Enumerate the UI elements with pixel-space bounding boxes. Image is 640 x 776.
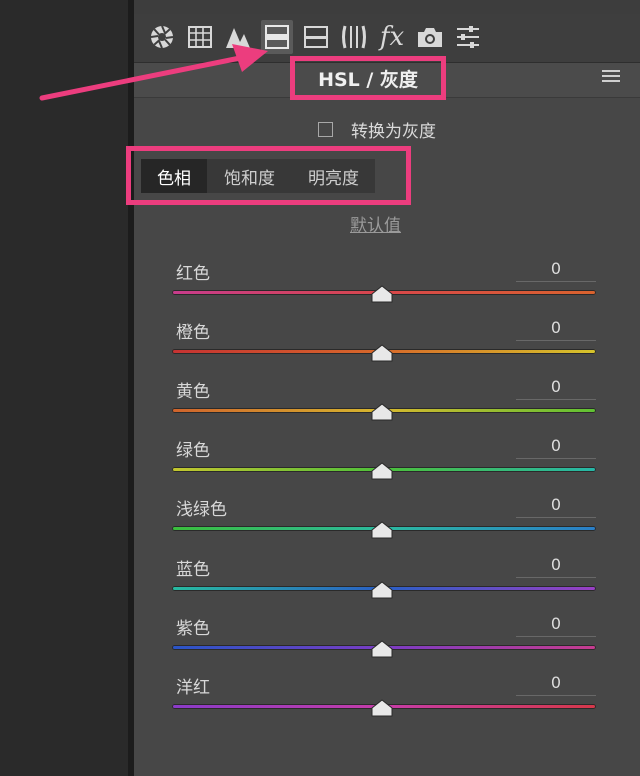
- hue-slider: 浅绿色 0: [172, 495, 596, 551]
- slider-value-field[interactable]: 0: [516, 555, 596, 574]
- tab-saturation[interactable]: 饱和度: [207, 159, 292, 193]
- value-underline: [516, 695, 596, 696]
- convert-grayscale-option[interactable]: 转换为灰度: [318, 117, 436, 142]
- hue-slider: 洋红 0: [172, 673, 596, 729]
- fx-icon[interactable]: fx: [376, 20, 408, 54]
- camera-icon[interactable]: [414, 20, 446, 54]
- hue-slider: 蓝色 0: [172, 555, 596, 611]
- slider-value-field[interactable]: 0: [516, 614, 596, 633]
- slider-value-field[interactable]: 0: [516, 436, 596, 455]
- tab-hue[interactable]: 色相: [141, 159, 207, 193]
- mountains-icon[interactable]: [222, 20, 254, 54]
- default-link[interactable]: 默认值: [350, 211, 401, 236]
- lens-icon[interactable]: [338, 20, 370, 54]
- hsl-tabs: 色相 饱和度 明亮度: [141, 159, 375, 193]
- aperture-icon[interactable]: [146, 20, 178, 54]
- hue-slider: 黄色 0: [172, 377, 596, 433]
- value-underline: [516, 636, 596, 637]
- slider-label: 橙色: [176, 323, 210, 343]
- slider-value-field[interactable]: 0: [516, 495, 596, 514]
- panel-menu-icon[interactable]: [602, 70, 620, 85]
- split-toning-icon[interactable]: [300, 20, 332, 54]
- hue-slider: 绿色 0: [172, 436, 596, 492]
- value-underline: [516, 517, 596, 518]
- slider-value-field[interactable]: 0: [516, 377, 596, 396]
- slider-label: 黄色: [176, 382, 210, 402]
- panel-title: HSL / 灰度: [290, 56, 446, 100]
- slider-label: 紫色: [176, 619, 210, 639]
- hue-slider: 红色 0: [172, 259, 596, 315]
- image-canvas-area: [0, 0, 128, 776]
- slider-label: 蓝色: [176, 560, 210, 580]
- value-underline: [516, 340, 596, 341]
- slider-value-field[interactable]: 0: [516, 318, 596, 337]
- value-underline: [516, 458, 596, 459]
- convert-grayscale-checkbox[interactable]: [318, 122, 333, 137]
- slider-value-field[interactable]: 0: [516, 673, 596, 692]
- hsl-icon[interactable]: [261, 20, 293, 54]
- tab-luminance[interactable]: 明亮度: [292, 159, 375, 193]
- convert-grayscale-label: 转换为灰度: [351, 122, 436, 142]
- panel-top-strip: [134, 0, 640, 15]
- sliders-icon[interactable]: [452, 20, 484, 54]
- hue-slider: 紫色 0: [172, 614, 596, 670]
- slider-value-field[interactable]: 0: [516, 259, 596, 278]
- value-underline: [516, 577, 596, 578]
- value-underline: [516, 281, 596, 282]
- slider-label: 浅绿色: [176, 500, 227, 520]
- value-underline: [516, 399, 596, 400]
- hue-slider: 橙色 0: [172, 318, 596, 374]
- slider-label: 洋红: [176, 678, 210, 698]
- slider-label: 红色: [176, 264, 210, 284]
- grid-icon[interactable]: [184, 20, 216, 54]
- slider-label: 绿色: [176, 441, 210, 461]
